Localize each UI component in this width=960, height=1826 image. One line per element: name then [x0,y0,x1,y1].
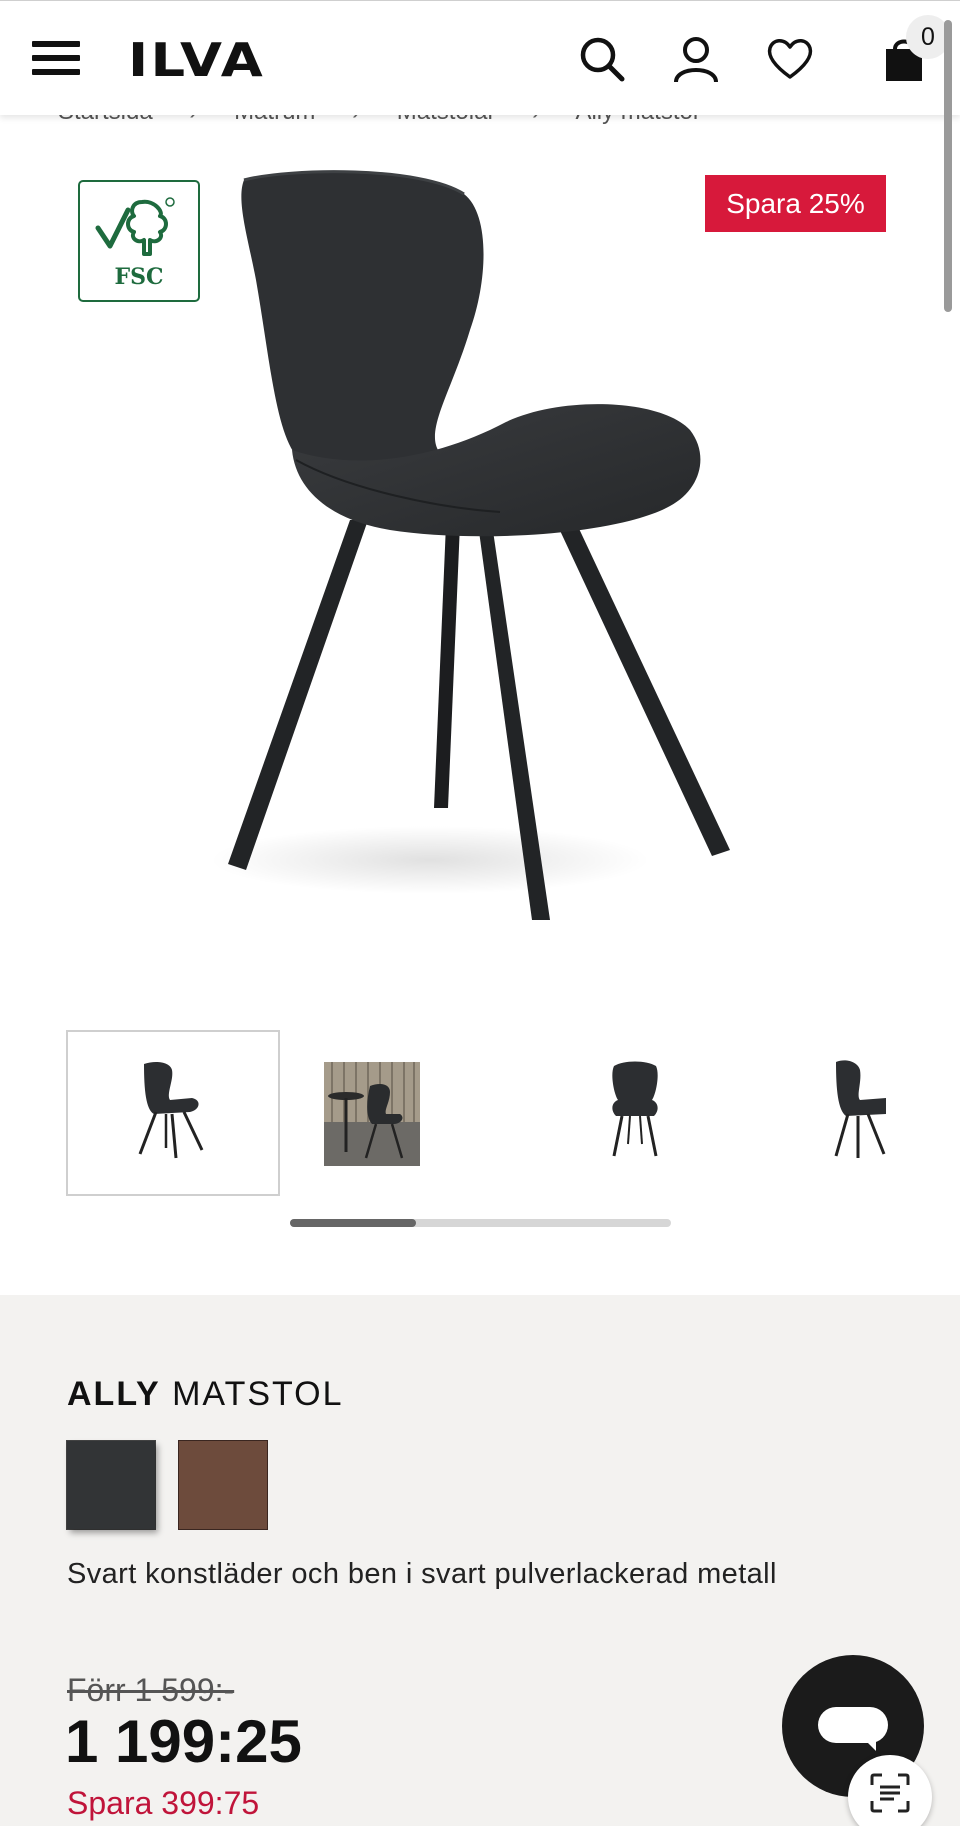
image-thumbnails [66,1030,946,1198]
page-scrollbar[interactable] [944,20,952,312]
color-swatch-brown[interactable] [178,1440,268,1530]
thumbnail-3[interactable] [530,1030,744,1196]
gallery-scrollbar[interactable] [290,1219,671,1227]
thumbnail-2[interactable] [298,1030,512,1196]
fsc-label: FSC [114,264,164,290]
color-description: Svart konstläder och ben i svart pulverl… [67,1558,777,1590]
thumbnail-4[interactable] [762,1030,946,1196]
chair-front-thumbnail-image [612,1061,658,1157]
site-logo[interactable]: ILVA [128,35,265,85]
current-price: 1 199:25 [65,1708,302,1775]
chair-side-thumbnail-image [834,1060,886,1158]
product-name-rest: MATSTOL [172,1375,344,1413]
thumbnail-1[interactable] [66,1030,280,1196]
chat-icon [818,1707,888,1743]
room-thumbnail-image [324,1062,420,1166]
product-title: ALLY MATSTOL [67,1375,344,1414]
heart-icon[interactable] [764,33,816,85]
fsc-certification-logo: FSC [78,180,200,302]
product-main-image[interactable] [200,160,760,940]
chair-thumbnail-image [138,1062,204,1159]
menu-icon[interactable] [32,41,80,81]
account-icon[interactable] [670,33,722,85]
color-swatch-black[interactable] [66,1440,156,1530]
scan-text-icon [870,1773,910,1813]
tree-checkmark-icon [95,197,175,256]
chat-bubble-tail [864,1739,876,1751]
search-icon[interactable] [576,33,628,85]
saving-amount: Spara 399:75 [67,1785,260,1821]
old-price: Förr 1 599:- [67,1672,235,1708]
gallery-scrollbar-thumb[interactable] [290,1219,416,1227]
site-header: ILVA 0 [0,0,960,115]
product-name-bold: ALLY [67,1375,161,1413]
